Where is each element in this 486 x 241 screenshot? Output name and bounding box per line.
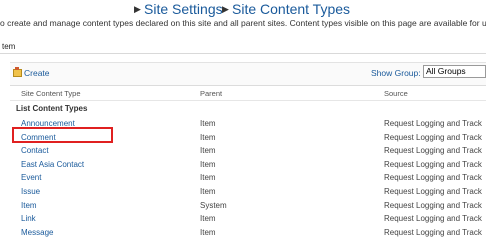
create-label: Create bbox=[24, 68, 50, 78]
breadcrumb-site-settings[interactable]: Site Settings bbox=[144, 1, 223, 17]
source-cell[interactable]: Request Logging and Track bbox=[384, 119, 482, 128]
content-type-link[interactable]: Contact bbox=[21, 146, 49, 155]
parent-cell: Item bbox=[200, 119, 216, 128]
table-row: Event Item Request Logging and Track bbox=[10, 172, 486, 185]
table-row: Issue Item Request Logging and Track bbox=[10, 186, 486, 199]
content-type-link[interactable]: Announcement bbox=[21, 119, 75, 128]
source-cell[interactable]: Request Logging and Track bbox=[384, 201, 482, 210]
table-row: Item System Request Logging and Track bbox=[10, 200, 486, 213]
table-row: East Asia Contact Item Request Logging and… bbox=[10, 159, 486, 172]
parent-cell: Item bbox=[200, 214, 216, 224]
parent-cell: Item bbox=[200, 173, 216, 183]
parent-cell: Item bbox=[200, 159, 216, 169]
column-header-source: Source bbox=[384, 89, 408, 98]
column-header-content-type: Site Content Type bbox=[21, 89, 81, 98]
source-cell[interactable]: Request Logging and Track bbox=[384, 228, 482, 237]
table-header: Site Content Type Parent Source bbox=[10, 88, 486, 101]
source-cell[interactable]: Request Logging and Track bbox=[384, 214, 482, 223]
scope-label: tem bbox=[2, 42, 16, 51]
parent-cell: Item bbox=[200, 227, 216, 237]
parent-cell: Item bbox=[200, 187, 216, 196]
parent-cell: Item bbox=[200, 146, 216, 156]
content-type-link[interactable]: Issue bbox=[21, 187, 40, 196]
source-cell[interactable]: Request Logging and Track bbox=[384, 146, 482, 155]
breadcrumb-separator-icon: ▶ bbox=[222, 4, 229, 14]
content-type-link[interactable]: Comment bbox=[21, 133, 56, 142]
table-row: Message Item Request Logging and Track bbox=[10, 227, 486, 240]
create-button[interactable]: Create bbox=[13, 67, 50, 78]
toolbar: Create Show Group: All Groups bbox=[10, 62, 486, 86]
content-type-link[interactable]: Message bbox=[21, 228, 53, 237]
scope-bar: tem bbox=[0, 40, 486, 54]
parent-cell: Item bbox=[200, 132, 216, 142]
breadcrumb: ▶ Site Settings ▶ Site Content Types bbox=[0, 0, 486, 18]
source-cell[interactable]: Request Logging and Track bbox=[384, 173, 482, 182]
source-cell[interactable]: Request Logging and Track bbox=[384, 160, 482, 169]
group-title: List Content Types bbox=[16, 104, 88, 113]
show-group-label: Show Group: bbox=[371, 68, 421, 78]
content-type-link[interactable]: Event bbox=[21, 173, 41, 182]
show-group-select[interactable]: All Groups bbox=[423, 65, 486, 78]
page-description: o create and manage content types declar… bbox=[0, 18, 486, 28]
content-type-link[interactable]: Link bbox=[21, 214, 36, 223]
source-cell[interactable]: Request Logging and Track bbox=[384, 187, 482, 196]
content-type-link[interactable]: East Asia Contact bbox=[21, 160, 84, 169]
content-type-link[interactable]: Item bbox=[21, 201, 37, 210]
table-row: Announcement Item Request Logging and Trac… bbox=[10, 118, 486, 131]
table-row: Contact Item Request Logging and Track bbox=[10, 145, 486, 158]
table-row: Comment Item Request Logging and Track bbox=[10, 132, 486, 145]
source-cell[interactable]: Request Logging and Track bbox=[384, 133, 482, 142]
new-content-type-icon bbox=[13, 67, 22, 77]
breadcrumb-separator-icon: ▶ bbox=[134, 4, 141, 14]
column-header-parent: Parent bbox=[200, 89, 223, 98]
parent-cell: System bbox=[200, 200, 227, 210]
table-row: Link Item Request Logging and Track bbox=[10, 213, 486, 226]
page-title: Site Content Types bbox=[232, 1, 351, 17]
